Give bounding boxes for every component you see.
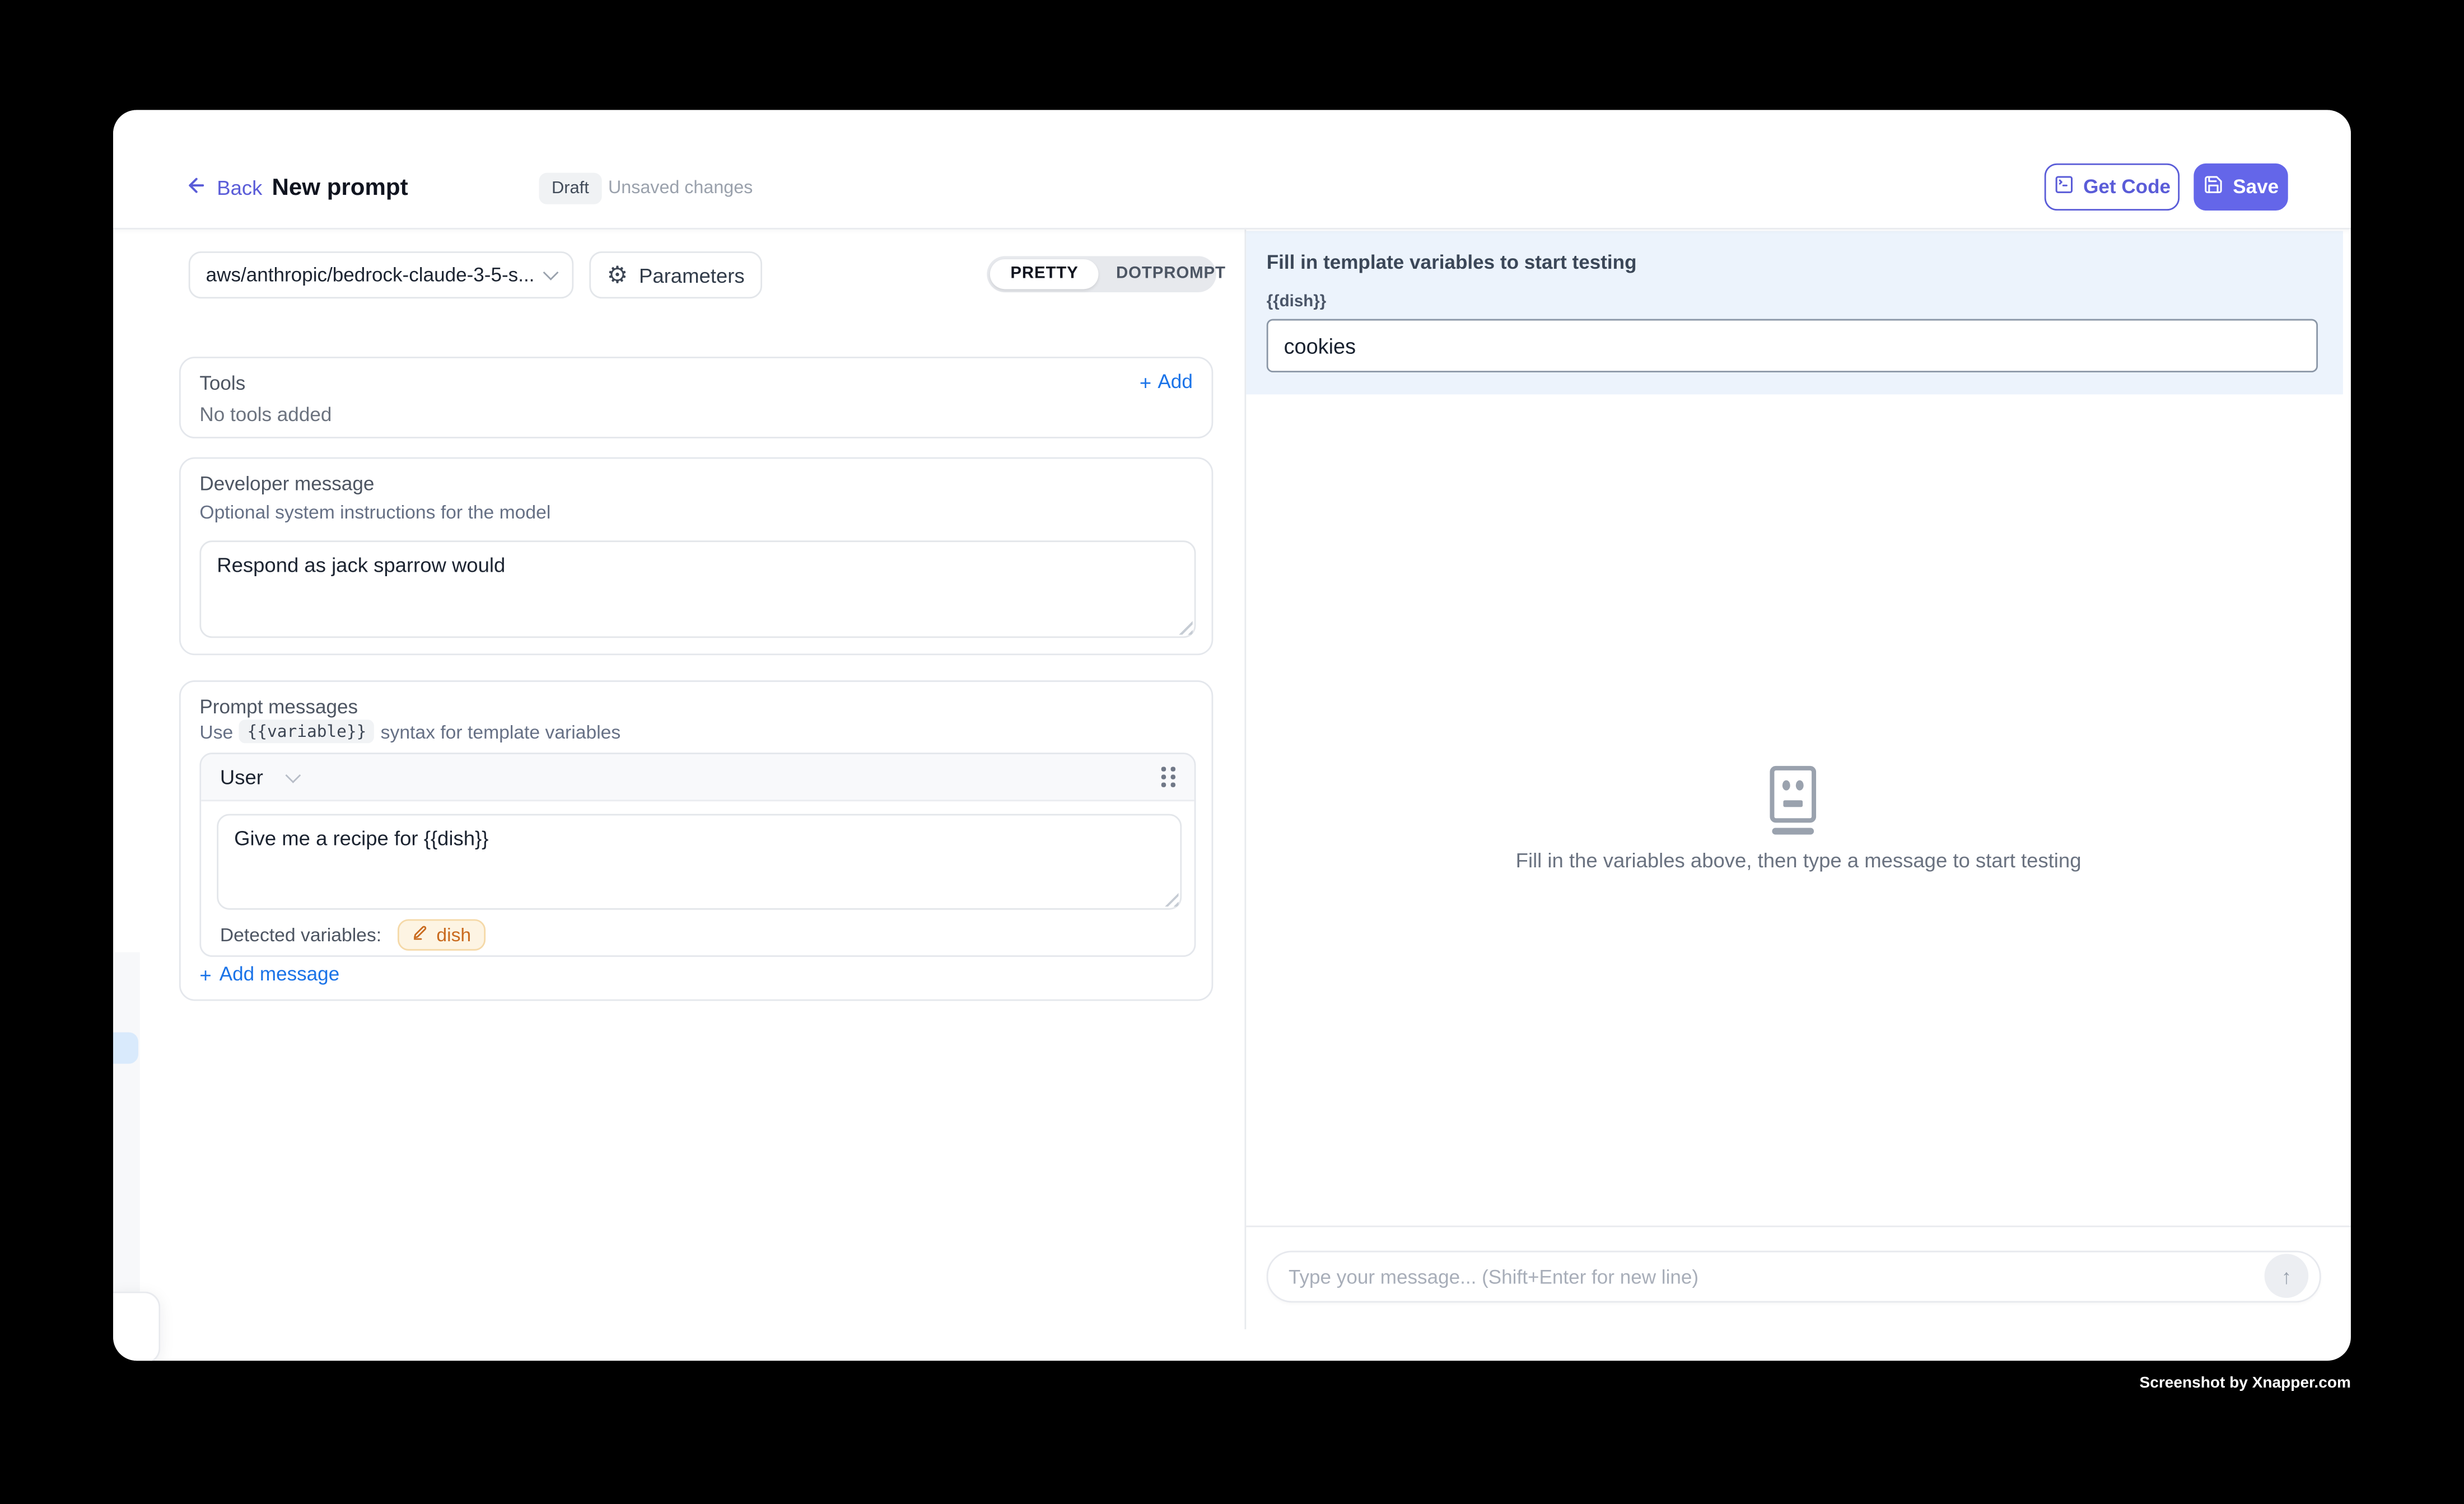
pencil-icon (411, 924, 428, 946)
plus-icon: + (199, 964, 211, 984)
prompt-messages-card: Prompt messages Use {{variable}} syntax … (179, 680, 1213, 1001)
variable-chip-label: dish (436, 924, 471, 946)
prompt-card-subtitle: Use {{variable}} syntax for template var… (199, 720, 620, 743)
model-selector[interactable]: aws/anthropic/bedrock-claude-3-5-s... (189, 251, 573, 298)
back-button[interactable]: Back (185, 174, 262, 201)
developer-message-field-wrap: Respond as jack sparrow would (199, 540, 1196, 638)
chat-input-divider (1246, 1226, 2351, 1227)
save-icon (2203, 174, 2223, 199)
variable-chip-dish[interactable]: dish (397, 919, 485, 951)
parameters-button[interactable]: ⚙ Parameters (589, 251, 762, 298)
detected-variables-label: Detected variables: (220, 924, 381, 946)
toggle-option-dotprompt[interactable]: DOTPROMPT (1099, 259, 1243, 289)
tools-card-title: Tools (199, 372, 245, 394)
subtitle-prefix: Use (199, 721, 233, 742)
message-field-wrap: Give me a recipe for {{dish}} (217, 814, 1182, 910)
format-toggle: PRETTY DOTPROMPT (987, 256, 1216, 292)
corner-popover-fragment (113, 1292, 160, 1361)
add-message-label: Add message (220, 963, 339, 985)
message-role-value: User (220, 765, 263, 789)
send-button[interactable]: ↑ (2265, 1254, 2309, 1298)
stage: Back New prompt Draft Unsaved changes Ge… (0, 0, 2464, 1503)
template-variables-panel: Fill in template variables to start test… (1246, 231, 2343, 394)
get-code-button[interactable]: Get Code (2045, 164, 2180, 211)
robot-face-icon (1763, 765, 1823, 839)
chat-message-input[interactable] (1267, 1251, 2321, 1303)
developer-card-title: Developer message (199, 473, 374, 495)
save-label: Save (2233, 176, 2279, 198)
app-window: Back New prompt Draft Unsaved changes Ge… (113, 110, 2351, 1361)
drag-handle-icon[interactable] (1161, 767, 1175, 787)
chevron-down-icon (543, 265, 559, 281)
message-role-select[interactable]: User (220, 765, 300, 789)
tools-card: Tools + Add No tools added (179, 357, 1213, 438)
collapsed-sidebar-strip (113, 952, 140, 1292)
subtitle-suffix: syntax for template variables (381, 721, 621, 742)
back-label: Back (217, 176, 262, 199)
header: Back New prompt Draft Unsaved changes Ge… (113, 110, 2351, 229)
sidebar-active-highlight (113, 1033, 138, 1064)
add-tool-button[interactable]: + Add (1140, 371, 1193, 393)
prompt-card-title: Prompt messages (199, 696, 358, 718)
watermark-text: Screenshot by Xnapper.com (1729, 1375, 2351, 1392)
detected-variables-row: Detected variables: dish (220, 918, 486, 952)
plus-icon: + (1140, 372, 1151, 392)
arrow-left-icon (185, 174, 207, 201)
unsaved-changes-text: Unsaved changes (608, 179, 753, 198)
developer-message-textarea[interactable]: Respond as jack sparrow would (199, 540, 1196, 638)
prompt-message-block: User Give me a recipe for {{dish}} Detec… (199, 753, 1196, 957)
developer-card-subtitle: Optional system instructions for the mod… (199, 501, 550, 523)
page-title: New prompt (272, 174, 408, 201)
message-header: User (201, 754, 1194, 801)
add-message-button[interactable]: + Add message (199, 963, 339, 985)
get-code-label: Get Code (2083, 176, 2171, 198)
tools-empty-text: No tools added (199, 404, 332, 426)
model-selector-value: aws/anthropic/bedrock-claude-3-5-s... (206, 264, 545, 286)
save-button[interactable]: Save (2194, 164, 2288, 211)
terminal-icon (2054, 174, 2074, 199)
arrow-up-icon: ↑ (2281, 1264, 2292, 1288)
variable-syntax-chip: {{variable}} (239, 720, 374, 743)
variable-field-label: {{dish}} (1267, 292, 1326, 311)
chevron-down-icon (286, 767, 302, 783)
toggle-option-pretty[interactable]: PRETTY (990, 259, 1099, 289)
variable-value-input[interactable] (1267, 319, 2318, 372)
variables-panel-heading: Fill in template variables to start test… (1267, 251, 1637, 273)
message-textarea[interactable]: Give me a recipe for {{dish}} (217, 814, 1182, 910)
empty-state-text: Fill in the variables above, then type a… (1246, 848, 2351, 872)
gear-icon: ⚙ (607, 263, 628, 287)
developer-message-card: Developer message Optional system instru… (179, 457, 1213, 656)
draft-status-badge: Draft (539, 173, 601, 204)
add-tool-label: Add (1158, 371, 1192, 393)
parameters-label: Parameters (639, 263, 745, 287)
